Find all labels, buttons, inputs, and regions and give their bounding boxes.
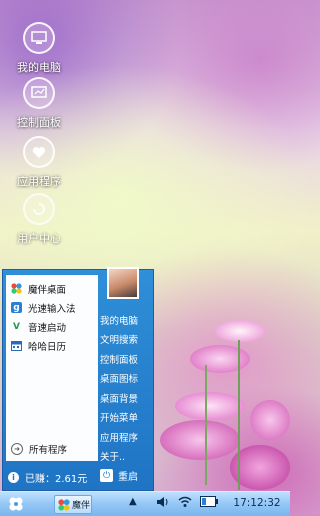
volume-icon[interactable] xyxy=(156,496,170,511)
coin-icon: i xyxy=(8,471,19,483)
menu-link-desktop-icons[interactable]: 桌面图标 xyxy=(100,369,152,389)
desktop-icon-control-panel[interactable]: 控制面板 xyxy=(6,77,72,130)
start-button[interactable] xyxy=(8,496,24,512)
menu-item-label: 光速输入法 xyxy=(28,303,76,315)
g-letter-icon: g xyxy=(11,302,22,313)
heart-icon xyxy=(23,136,55,168)
menu-link-desktop-background[interactable]: 桌面背景 xyxy=(100,388,152,408)
menu-link-control-panel[interactable]: 控制面板 xyxy=(100,349,152,369)
battery-icon[interactable] xyxy=(200,496,218,510)
menu-item-label: 音速启动 xyxy=(28,322,67,334)
menu-item-input-method[interactable]: g 光速输入法 xyxy=(6,298,98,317)
v-letter-icon: V xyxy=(13,321,20,332)
restart-button[interactable]: ⏻ 重启 xyxy=(100,468,138,483)
desktop-icon-label: 应用程序 xyxy=(17,175,61,188)
desktop-icon-label: 控制面板 xyxy=(17,116,61,129)
clock[interactable]: 17:12:32 xyxy=(228,497,286,509)
restart-label: 重启 xyxy=(118,472,138,483)
wifi-icon[interactable] xyxy=(178,496,192,511)
desktop-icon-applications[interactable]: 应用程序 xyxy=(6,136,72,189)
desktop-icon-label: 我的电脑 xyxy=(17,61,61,74)
all-programs-label: 所有程序 xyxy=(29,445,68,456)
pinwheel-icon xyxy=(58,498,70,511)
menu-item-label: 哈哈日历 xyxy=(28,341,67,353)
start-menu: 魔伴桌面 g 光速输入法 V 音速启动 哈哈日历 ➜ 所有程序 我的电脑 文明搜… xyxy=(2,267,154,491)
menu-link-applications[interactable]: 应用程序 xyxy=(100,427,152,447)
desktop-icon-my-computer[interactable]: 我的电脑 xyxy=(6,22,72,75)
start-menu-footer: i 已赚：2.61元 ⏻ 重启 xyxy=(3,466,153,488)
all-programs-button[interactable]: ➜ 所有程序 xyxy=(6,441,103,457)
clover-icon xyxy=(9,497,23,511)
menu-link-about[interactable]: 关于.. xyxy=(100,447,152,467)
arrow-right-icon: ➜ xyxy=(11,443,23,455)
menu-item-calendar[interactable]: 哈哈日历 xyxy=(6,336,98,355)
taskbar: 魔伴 ▲ 17:12:32 xyxy=(0,491,290,516)
system-links-panel: 我的电脑 文明搜索 控制面板 桌面图标 桌面背景 开始菜单 应用程序 关于.. xyxy=(100,310,152,466)
menu-item-label: 魔伴桌面 xyxy=(28,284,67,296)
calendar-icon xyxy=(11,340,22,351)
menu-item-quick-launch[interactable]: V 音速启动 xyxy=(6,317,98,336)
menu-item-mojie-desktop[interactable]: 魔伴桌面 xyxy=(6,279,98,298)
pinned-programs-panel: 魔伴桌面 g 光速输入法 V 音速启动 哈哈日历 ➜ 所有程序 xyxy=(6,275,98,461)
desktop-icon-user-center[interactable]: 用户中心 xyxy=(6,193,72,246)
earnings-display[interactable]: i 已赚：2.61元 xyxy=(8,470,87,485)
taskbar-item-mojie[interactable]: 魔伴 xyxy=(54,495,92,514)
menu-link-my-computer[interactable]: 我的电脑 xyxy=(100,310,152,330)
menu-link-start-menu[interactable]: 开始菜单 xyxy=(100,408,152,428)
menu-link-search[interactable]: 文明搜索 xyxy=(100,330,152,350)
computer-icon xyxy=(23,22,55,54)
control-panel-icon xyxy=(23,77,55,109)
tray-expand-icon[interactable]: ▲ xyxy=(129,496,137,507)
avatar[interactable] xyxy=(107,267,139,299)
power-icon: ⏻ xyxy=(100,469,113,482)
pinwheel-icon xyxy=(11,283,22,294)
earnings-label: 已赚：2.61元 xyxy=(25,473,88,485)
desktop-icon-label: 用户中心 xyxy=(17,232,61,245)
taskbar-item-label: 魔伴 xyxy=(72,501,91,511)
swirl-icon xyxy=(23,193,55,225)
